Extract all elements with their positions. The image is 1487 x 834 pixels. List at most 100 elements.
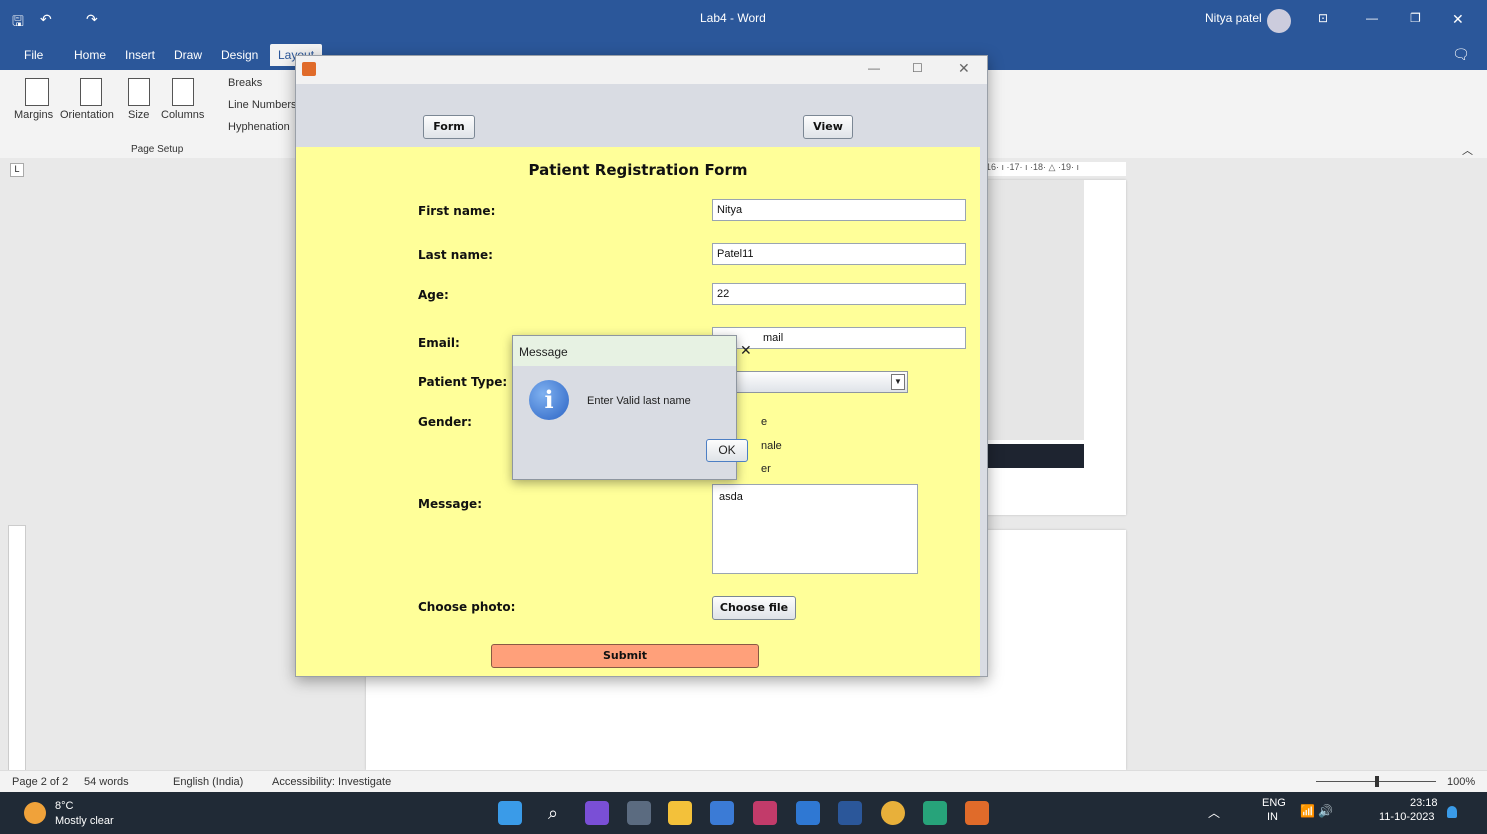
last-name-field[interactable]: Patel11 — [712, 243, 966, 265]
patient-type-label: Patient Type: — [418, 375, 508, 389]
input-language[interactable]: ENG — [1262, 797, 1286, 809]
close-icon[interactable]: ✕ — [1452, 11, 1464, 28]
task-view-icon[interactable] — [627, 801, 651, 825]
first-name-field[interactable]: Nitya — [712, 199, 966, 221]
language-status[interactable]: English (India) — [173, 776, 243, 788]
copilot-icon[interactable] — [585, 801, 609, 825]
columns-button[interactable]: Columns — [161, 109, 204, 121]
tab-insert[interactable]: Insert — [125, 48, 155, 62]
dialog-title: Message — [519, 345, 568, 359]
message-label: Message: — [418, 497, 482, 511]
gender-label: Gender: — [418, 415, 472, 429]
age-field[interactable]: 22 — [712, 283, 966, 305]
gender-option-female-partial[interactable]: nale — [761, 440, 782, 452]
gender-option-other-partial[interactable]: er — [761, 463, 771, 475]
dialog-title-bar: Message ✕ — [513, 336, 752, 366]
accessibility-status[interactable]: Accessibility: Investigate — [272, 776, 391, 788]
undo-icon[interactable]: ↶ — [40, 11, 52, 28]
weather-temp: 8°C — [55, 800, 74, 812]
java-window-title-bar: — ☐ ✕ — [296, 56, 987, 84]
app-icon[interactable] — [753, 801, 777, 825]
avatar[interactable] — [1267, 9, 1291, 33]
line-numbers-button[interactable]: Line Numbers — [228, 99, 296, 111]
hyphenation-button[interactable]: Hyphenation — [228, 121, 290, 133]
gender-option-male-partial[interactable]: e — [761, 416, 767, 428]
weather-icon[interactable] — [24, 802, 46, 824]
embedded-taskbar-image — [986, 444, 1084, 468]
ok-button[interactable]: OK — [706, 439, 748, 462]
vertical-ruler — [8, 525, 26, 772]
status-bar: Page 2 of 2 54 words English (India) Acc… — [0, 770, 1487, 793]
patient-type-dropdown[interactable]: ▼ — [712, 371, 908, 393]
java-maximize-icon[interactable]: ☐ — [912, 61, 923, 75]
size-button[interactable]: Size — [128, 109, 149, 121]
myhp-icon[interactable] — [796, 801, 820, 825]
email-label: Email: — [418, 336, 460, 350]
document-title: Lab4 - Word — [700, 11, 766, 25]
breaks-button[interactable]: Breaks — [228, 77, 262, 89]
first-name-label: First name: — [418, 204, 496, 218]
message-textarea[interactable]: asda — [712, 484, 918, 574]
page-setup-group-label: Page Setup — [131, 144, 184, 155]
form-title: Patient Registration Form — [528, 161, 748, 179]
choose-photo-label: Choose photo: — [418, 600, 516, 614]
zoom-level[interactable]: 100% — [1447, 776, 1475, 788]
java-nav-panel: Form View — [296, 84, 987, 147]
age-label: Age: — [418, 288, 449, 302]
form-button[interactable]: Form — [423, 115, 475, 139]
dialog-message: Enter Valid last name — [587, 395, 691, 407]
input-region[interactable]: IN — [1267, 811, 1278, 823]
collapse-ribbon-icon[interactable]: ︿ — [1462, 142, 1473, 158]
margins-icon[interactable] — [25, 78, 49, 106]
document-page-1 — [986, 180, 1126, 515]
start-icon[interactable] — [498, 801, 522, 825]
submit-button[interactable]: Submit — [491, 644, 759, 668]
store-icon[interactable] — [710, 801, 734, 825]
java-icon[interactable] — [965, 801, 989, 825]
dialog-close-icon[interactable]: ✕ — [740, 342, 752, 359]
chevron-down-icon[interactable]: ▼ — [891, 374, 905, 390]
minimize-icon[interactable]: — — [1366, 11, 1378, 25]
show-hidden-icons[interactable]: ︿ — [1208, 804, 1220, 821]
last-name-label: Last name: — [418, 248, 493, 262]
ribbon-display-icon[interactable]: ⊡ — [1318, 11, 1328, 25]
tab-design[interactable]: Design — [221, 48, 258, 62]
orientation-icon[interactable] — [80, 78, 102, 106]
tab-home[interactable]: Home — [74, 48, 106, 62]
clock-date[interactable]: 11-10-2023 — [1379, 811, 1434, 823]
weather-desc: Mostly clear — [55, 815, 114, 827]
java-app-icon — [302, 62, 316, 76]
info-icon: i — [529, 380, 569, 420]
view-button[interactable]: View — [803, 115, 853, 139]
columns-icon[interactable] — [172, 78, 194, 106]
search-icon[interactable]: ⌕ — [541, 801, 565, 825]
app2-icon[interactable] — [923, 801, 947, 825]
orientation-button[interactable]: Orientation — [60, 109, 114, 121]
java-minimize-icon[interactable]: — — [868, 61, 880, 75]
windows-taskbar: 8°C Mostly clear ⌕ ︿ ENG IN 📶 🔊 23:18 11… — [0, 792, 1487, 834]
word-taskbar-icon[interactable] — [838, 801, 862, 825]
user-name[interactable]: Nitya patel — [1205, 11, 1262, 25]
page-count[interactable]: Page 2 of 2 — [12, 776, 68, 788]
word-title-bar: 🖫 ↶ ↷ Lab4 - Word Nitya patel ⊡ — ❐ ✕ — [0, 0, 1487, 40]
choose-file-button[interactable]: Choose file — [712, 596, 796, 620]
zoom-slider-thumb[interactable] — [1375, 776, 1379, 787]
embedded-screenshot — [986, 180, 1084, 440]
tab-draw[interactable]: Draw — [174, 48, 202, 62]
comments-icon[interactable]: 🗨 — [1452, 46, 1470, 63]
margins-button[interactable]: Margins — [14, 109, 53, 121]
tab-stop-icon[interactable]: L — [10, 163, 24, 177]
horizontal-ruler: 16· ı ·17· ı ·18· △ ·19· ı — [986, 162, 1126, 176]
network-volume-battery-icons[interactable]: 📶 🔊 — [1300, 804, 1333, 818]
redo-icon[interactable]: ↷ — [86, 11, 98, 28]
notification-icon[interactable] — [1447, 806, 1457, 818]
file-explorer-icon[interactable] — [668, 801, 692, 825]
size-icon[interactable] — [128, 78, 150, 106]
clock-time[interactable]: 23:18 — [1410, 797, 1438, 809]
chrome-icon[interactable] — [881, 801, 905, 825]
word-count[interactable]: 54 words — [84, 776, 129, 788]
java-close-icon[interactable]: ✕ — [958, 60, 970, 77]
tab-file[interactable]: File — [24, 48, 43, 62]
save-icon[interactable]: 🖫 — [12, 11, 24, 35]
restore-icon[interactable]: ❐ — [1410, 11, 1421, 25]
